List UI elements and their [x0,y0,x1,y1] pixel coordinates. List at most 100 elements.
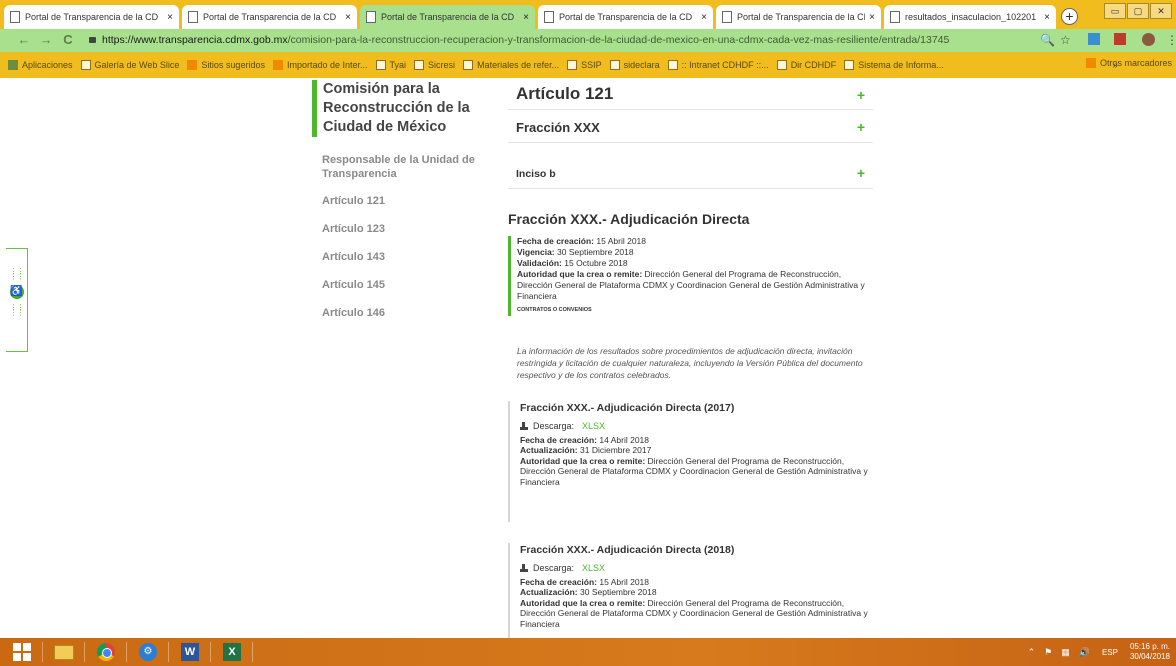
profile-avatar[interactable] [1142,33,1155,46]
close-tab-icon[interactable]: × [167,12,173,23]
other-bookmarks-label: Otros marcadores [1099,58,1172,68]
close-tab-icon[interactable]: × [345,12,351,23]
browser-tab[interactable]: Portal de Transparencia de la CD × [182,5,357,29]
meta-value: 30 Septiembre 2018 [557,247,634,257]
reload-icon[interactable]: C [60,32,76,48]
bookmark-item[interactable]: SSIP [567,60,602,70]
sidebar-item-articulo-143[interactable]: Artículo 143 [312,251,487,263]
extension-icon[interactable] [1088,33,1100,45]
close-tab-icon[interactable]: × [523,12,529,23]
bookmark-label: Galería de Web Slice [94,60,180,70]
tab-strip: Portal de Transparencia de la CD × Porta… [0,0,1176,29]
meta-value: 15 Abril 2018 [599,576,650,587]
menu-icon[interactable]: ⋮ [1166,33,1176,47]
expand-icon[interactable]: + [857,87,865,103]
bookmark-item[interactable]: Sicresi [414,60,455,70]
expand-icon[interactable]: + [857,165,865,181]
download-xlsx-link[interactable]: XLSX [582,421,605,432]
meta-label: Fecha de creación: [517,236,595,246]
extension-icon[interactable] [1114,33,1126,45]
volume-icon[interactable]: 🔊 [1079,647,1090,658]
browser-tab[interactable]: Portal de Transparencia de la CD × [4,5,179,29]
meta-value: 14 Abril 2018 [599,434,650,445]
meta-label: Fecha de creación: [520,434,598,445]
word-icon[interactable]: W [174,640,206,664]
accordion-fraction[interactable]: Fracción XXX + [508,110,873,143]
bookmark-item[interactable]: Aplicaciones [8,60,73,70]
bookmark-item[interactable]: Materiales de refer... [463,60,559,70]
folder-icon [272,60,283,70]
site-icon [667,60,678,70]
close-tab-icon[interactable]: × [1044,12,1050,23]
zoom-icon[interactable]: 🔍 [1040,33,1055,47]
page-icon [544,11,554,23]
expand-icon[interactable]: + [857,119,865,135]
maximize-button[interactable]: ▢ [1127,3,1149,19]
bookmark-item[interactable]: Tyai [375,60,406,70]
tab-title: resultados_insaculacion_102201 [905,12,1037,22]
page-icon [375,60,386,70]
section-metadata: Fecha de creación: 15 Abril 2018 Vigenci… [508,236,873,316]
grip-icon: ⋮⋮ ⋮⋮ [9,303,25,317]
sidebar-item-articulo-123[interactable]: Artículo 123 [312,223,487,235]
browser-tab[interactable]: Portal de Transparencia de la CD × [716,5,881,29]
clock[interactable]: 05:16 p. m. 30/04/2018 [1130,642,1170,662]
close-tab-icon[interactable]: × [869,12,875,23]
accordion-inciso[interactable]: Inciso b + [508,143,873,189]
close-tab-icon[interactable]: × [701,12,707,23]
page-icon [722,11,732,23]
excel-icon[interactable]: X [216,640,248,664]
sidebar-item-responsable[interactable]: Responsable de la Unidad de Transparenci… [312,153,477,181]
back-icon[interactable]: ← [16,32,32,48]
meta-label: Vigencia: [517,247,555,257]
forward-icon[interactable]: → [38,32,54,48]
system-tray: ⌃ ⚑ ▦ 🔊 ESP 05:16 p. m. 30/04/2018 [1019,638,1170,666]
language-indicator[interactable]: ESP [1102,648,1118,657]
other-bookmarks[interactable]: Otros marcadores [1085,58,1172,68]
flag-icon[interactable]: ⚑ [1044,647,1052,658]
chrome-icon[interactable] [90,640,122,664]
bookmark-item[interactable]: Sitios sugeridos [187,60,265,70]
meta-label: Validación: [517,258,562,268]
browser-tab[interactable]: resultados_insaculacion_102201 × [884,5,1056,29]
sidebar-item-articulo-145[interactable]: Artículo 145 [312,279,487,291]
bookmark-item[interactable]: Sistema de Informa... [844,60,944,70]
bookmark-label: sideclara [623,60,660,70]
site-icon [776,60,787,70]
tray-expand-icon[interactable]: ⌃ [1028,647,1036,658]
bookmark-item[interactable]: Dir CDHDF [776,60,836,70]
new-tab-button[interactable]: + [1061,8,1078,25]
bookmark-label: Aplicaciones [22,60,73,70]
lock-icon [89,37,96,44]
address-bar[interactable]: https://www.transparencia.cdmx.gob.mx/co… [81,32,1081,49]
close-window-button[interactable]: ✕ [1150,3,1172,19]
download-xlsx-link[interactable]: XLSX [582,563,605,574]
accordion-article-title: Artículo 121 [516,84,614,103]
bookmark-item[interactable]: Importado de Inter... [272,60,368,70]
bookmark-label: Sistema de Informa... [858,60,944,70]
network-icon[interactable]: ▦ [1061,647,1070,658]
tab-title: Portal de Transparencia de la CD [203,12,337,22]
bookmark-item[interactable]: sideclara [609,60,660,70]
accessibility-widget[interactable]: ⋮⋮ ⋮⋮ ♿ ⋮⋮ ⋮⋮ [6,248,28,352]
bookmarks-bar: Aplicaciones Galería de Web Slice Sitios… [0,52,1176,78]
bookmark-star-icon[interactable]: ☆ [1060,33,1071,47]
bookmark-item[interactable]: :: Intranet CDHDF ::... [667,60,769,70]
minimize-button[interactable]: ▭ [1104,3,1126,19]
accordion-inciso-title: Inciso b [516,168,556,180]
app-icon[interactable]: ⚙ [132,640,164,664]
download-label: Descarga: [533,421,575,431]
sidebar-item-articulo-121[interactable]: Artículo 121 [312,195,487,207]
sidebar-item-articulo-146[interactable]: Artículo 146 [312,307,487,319]
browser-tab[interactable]: Portal de Transparencia de la CD × [538,5,713,29]
file-explorer-icon[interactable] [48,640,80,664]
section-description: La información de los resultados sobre p… [517,346,863,380]
accessibility-icon[interactable]: ♿ [9,285,24,299]
grip-icon: ⋮⋮ ⋮⋮ [9,267,25,281]
bookmark-item[interactable]: Galería de Web Slice [80,60,180,70]
tab-title: Portal de Transparencia de la CD [25,12,159,22]
bookmark-label: Sitios sugeridos [201,60,265,70]
windows-start-icon[interactable] [6,640,38,664]
accordion-article[interactable]: Artículo 121 + [508,78,873,110]
browser-tab-active[interactable]: Portal de Transparencia de la CD × [360,5,535,29]
